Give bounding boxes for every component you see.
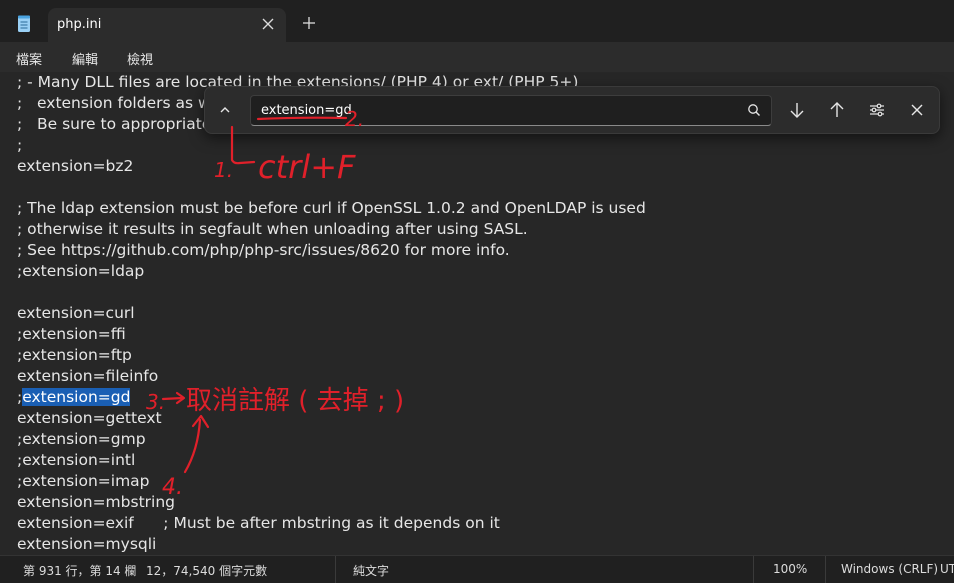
find-options-button[interactable] <box>863 96 891 124</box>
close-icon <box>911 104 923 116</box>
chevron-up-icon <box>220 107 230 113</box>
close-icon[interactable] <box>260 16 276 32</box>
editor-line: ;extension=ffi <box>17 325 126 343</box>
editor-line: ;extension=imap <box>17 472 150 490</box>
editor-line: ; extension folders as w <box>17 94 211 112</box>
search-icon[interactable] <box>746 102 762 118</box>
menu-edit[interactable]: 編輯 <box>72 49 98 68</box>
zoom-level[interactable]: 100% <box>773 562 807 576</box>
editor-line: extension=mbstring <box>17 493 175 511</box>
tab-title: php.ini <box>57 17 102 32</box>
notepad-app-icon <box>18 15 30 32</box>
editor-line: ; The ldap extension must be before curl… <box>17 199 646 217</box>
editor-line: ; Be sure to appropriate <box>17 115 212 133</box>
status-bar: 第 931 行，第 14 欄 12，74,540 個字元數 純文字 100% W… <box>0 555 954 583</box>
editor-line: extension=gettext <box>17 409 162 427</box>
editor-line: extension=exif ; Must be after mbstring … <box>17 514 500 532</box>
editor-line: ;extension=ftp <box>17 346 132 364</box>
tab-php-ini[interactable]: php.ini <box>48 8 286 42</box>
cursor-position: 第 931 行，第 14 欄 <box>23 564 137 578</box>
expand-replace-button[interactable] <box>211 96 239 124</box>
find-input[interactable] <box>250 95 772 126</box>
editor-line: ;extension=gmp <box>17 430 146 448</box>
selection-count: 12，74,540 個字元數 <box>146 564 268 578</box>
status-divider <box>335 556 336 583</box>
text-editor[interactable]: ; - Many DLL files are located in the ex… <box>0 72 954 555</box>
editor-line: extension=fileinfo <box>17 367 159 385</box>
title-bar: php.ini <box>0 0 954 48</box>
arrow-down-icon <box>790 103 804 118</box>
selected-match: extension=gd <box>22 388 131 406</box>
editor-line: ; <box>17 136 23 154</box>
editor-line: ; otherwise it results in segfault when … <box>17 220 528 238</box>
sliders-icon <box>870 103 884 117</box>
status-divider <box>753 556 754 583</box>
editor-line: ; See https://github.com/php/php-src/iss… <box>17 241 510 259</box>
editor-line: ;extension=intl <box>17 451 136 469</box>
find-bar <box>204 86 940 134</box>
editor-line: extension=curl <box>17 304 135 322</box>
charset[interactable]: UTF-8 <box>940 562 954 576</box>
line-ending[interactable]: Windows (CRLF) <box>841 562 938 576</box>
find-next-button[interactable] <box>783 96 811 124</box>
menu-bar: 檔案 編輯 檢視 <box>0 42 954 72</box>
find-previous-button[interactable] <box>823 96 851 124</box>
menu-view[interactable]: 檢視 <box>127 49 153 68</box>
editor-line: extension=bz2 <box>17 157 134 175</box>
menu-file[interactable]: 檔案 <box>16 49 42 68</box>
arrow-up-icon <box>830 102 844 117</box>
status-divider <box>825 556 826 583</box>
new-tab-plus-icon[interactable] <box>300 14 318 32</box>
editor-line: extension=mysqli <box>17 535 157 553</box>
editor-line-highlighted: ;extension=gd <box>17 387 131 408</box>
text-mode: 純文字 <box>353 564 390 578</box>
editor-line: ;extension=ldap <box>17 262 145 280</box>
close-find-button[interactable] <box>903 96 931 124</box>
